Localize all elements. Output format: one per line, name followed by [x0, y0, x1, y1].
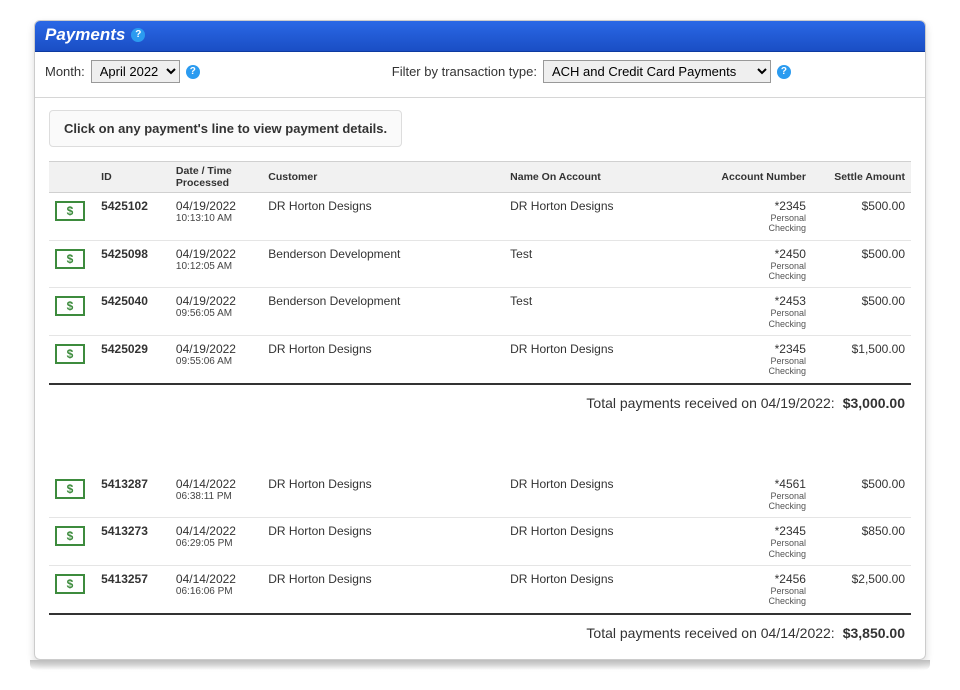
panel-header: Payments ?: [35, 21, 925, 52]
cell-amount: $850.00: [812, 518, 911, 566]
money-icon: $: [55, 296, 85, 316]
table-row[interactable]: $541328704/14/202206:38:11 PMDR Horton D…: [49, 471, 911, 518]
payments-panel: Payments ? Month: April 2022 ? Filter by…: [34, 20, 926, 660]
help-icon[interactable]: ?: [777, 65, 791, 79]
cell-datetime: 04/19/202209:55:06 AM: [170, 336, 262, 384]
cell-account: *2345PersonalChecking: [702, 336, 812, 384]
cell-amount: $500.00: [812, 288, 911, 336]
cell-amount: $2,500.00: [812, 566, 911, 614]
cell-name: DR Horton Designs: [504, 518, 702, 566]
cell-id: 5413287: [95, 471, 170, 518]
table-row[interactable]: $542509804/19/202210:12:05 AMBenderson D…: [49, 240, 911, 288]
cell-name: DR Horton Designs: [504, 193, 702, 241]
cell-name: Test: [504, 240, 702, 288]
col-name: Name On Account: [504, 162, 702, 193]
cell-account: *2450PersonalChecking: [702, 240, 812, 288]
cell-id: 5425029: [95, 336, 170, 384]
cell-datetime: 04/19/202209:56:05 AM: [170, 288, 262, 336]
total-row: Total payments received on 04/14/2022:$3…: [49, 614, 911, 655]
help-icon[interactable]: ?: [186, 65, 200, 79]
table-row[interactable]: $542504004/19/202209:56:05 AMBenderson D…: [49, 288, 911, 336]
filter-bar: Month: April 2022 ? Filter by transactio…: [35, 52, 925, 98]
col-account: Account Number: [702, 162, 812, 193]
col-id: ID: [95, 162, 170, 193]
table-row[interactable]: $541325704/14/202206:16:06 PMDR Horton D…: [49, 566, 911, 614]
cell-account: *2345PersonalChecking: [702, 518, 812, 566]
cell-account: *2456PersonalChecking: [702, 566, 812, 614]
cell-datetime: 04/14/202206:38:11 PM: [170, 471, 262, 518]
col-amount: Settle Amount: [812, 162, 911, 193]
cell-amount: $500.00: [812, 193, 911, 241]
cell-name: DR Horton Designs: [504, 566, 702, 614]
page-title: Payments: [45, 25, 125, 45]
cell-customer: DR Horton Designs: [262, 193, 504, 241]
transaction-type-select[interactable]: ACH and Credit Card Payments: [543, 60, 771, 83]
month-select[interactable]: April 2022: [91, 60, 180, 83]
total-row: Total payments received on 04/19/2022:$3…: [49, 384, 911, 425]
cell-account: *2453PersonalChecking: [702, 288, 812, 336]
table-header-row: ID Date / Time Processed Customer Name O…: [49, 162, 911, 193]
cell-datetime: 04/19/202210:12:05 AM: [170, 240, 262, 288]
cell-amount: $500.00: [812, 471, 911, 518]
cell-id: 5425102: [95, 193, 170, 241]
cell-amount: $500.00: [812, 240, 911, 288]
cell-customer: DR Horton Designs: [262, 518, 504, 566]
money-icon: $: [55, 479, 85, 499]
type-label: Filter by transaction type:: [392, 64, 537, 79]
cell-account: *4561PersonalChecking: [702, 471, 812, 518]
cell-datetime: 04/14/202206:16:06 PM: [170, 566, 262, 614]
col-datetime: Date / Time Processed: [170, 162, 262, 193]
money-icon: $: [55, 344, 85, 364]
cell-id: 5425040: [95, 288, 170, 336]
cell-name: DR Horton Designs: [504, 336, 702, 384]
bottom-shadow: [30, 660, 930, 670]
cell-name: DR Horton Designs: [504, 471, 702, 518]
payments-table: ID Date / Time Processed Customer Name O…: [49, 161, 911, 655]
total-value: $3,850.00: [835, 625, 905, 641]
total-label: Total payments received on 04/19/2022:: [586, 395, 834, 411]
table-row[interactable]: $542502904/19/202209:55:06 AMDR Horton D…: [49, 336, 911, 384]
cell-id: 5425098: [95, 240, 170, 288]
money-icon: $: [55, 201, 85, 221]
total-label: Total payments received on 04/14/2022:: [586, 625, 834, 641]
cell-datetime: 04/14/202206:29:05 PM: [170, 518, 262, 566]
money-icon: $: [55, 249, 85, 269]
cell-name: Test: [504, 288, 702, 336]
cell-customer: DR Horton Designs: [262, 336, 504, 384]
cell-customer: Benderson Development: [262, 240, 504, 288]
cell-customer: Benderson Development: [262, 288, 504, 336]
cell-id: 5413257: [95, 566, 170, 614]
cell-datetime: 04/19/202210:13:10 AM: [170, 193, 262, 241]
table-row[interactable]: $541327304/14/202206:29:05 PMDR Horton D…: [49, 518, 911, 566]
cell-id: 5413273: [95, 518, 170, 566]
cell-customer: DR Horton Designs: [262, 566, 504, 614]
info-box: Click on any payment's line to view paym…: [49, 110, 402, 147]
month-label: Month:: [45, 64, 85, 79]
total-value: $3,000.00: [835, 395, 905, 411]
col-customer: Customer: [262, 162, 504, 193]
money-icon: $: [55, 526, 85, 546]
help-icon[interactable]: ?: [131, 28, 145, 42]
content-area: Click on any payment's line to view paym…: [35, 98, 925, 659]
money-icon: $: [55, 574, 85, 594]
cell-customer: DR Horton Designs: [262, 471, 504, 518]
table-row[interactable]: $542510204/19/202210:13:10 AMDR Horton D…: [49, 193, 911, 241]
cell-amount: $1,500.00: [812, 336, 911, 384]
cell-account: *2345PersonalChecking: [702, 193, 812, 241]
